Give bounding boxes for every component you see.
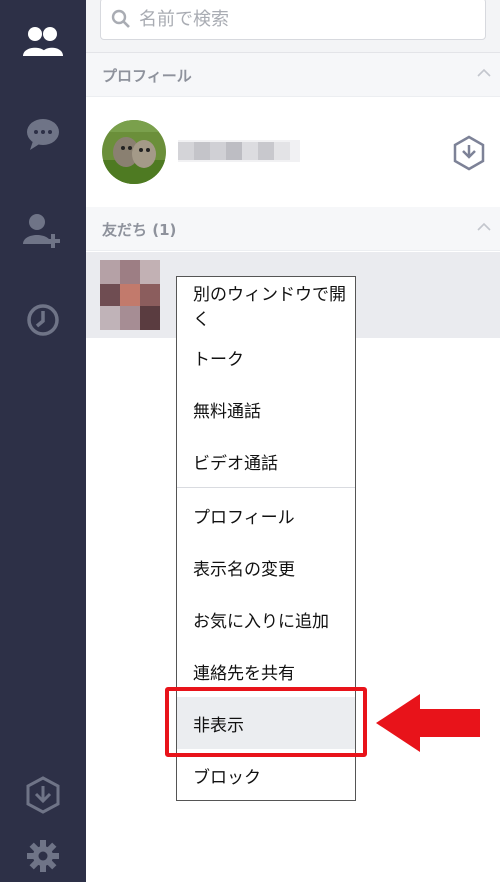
friends-section-header[interactable]: 友だち (1): [86, 207, 500, 251]
search-input[interactable]: [137, 7, 461, 31]
menu-item-profile[interactable]: プロフィール: [177, 489, 355, 541]
chats-tab[interactable]: [0, 104, 86, 164]
search-bar: [86, 0, 500, 53]
menu-item-change-display-name[interactable]: 表示名の変更: [177, 541, 355, 593]
download-icon: [453, 135, 485, 171]
my-profile-row[interactable]: [86, 97, 500, 207]
search-box[interactable]: [100, 0, 486, 40]
settings-icon: [27, 840, 59, 872]
menu-item-talk[interactable]: トーク: [177, 331, 355, 383]
section-title: プロフィール: [102, 67, 192, 85]
side-navigation: [0, 0, 86, 882]
menu-item-video-call[interactable]: ビデオ通話: [177, 435, 355, 487]
chevron-up-icon: [477, 222, 491, 231]
settings-button[interactable]: [0, 826, 86, 886]
blurred-profile-name: [178, 140, 300, 162]
chevron-up-icon: [477, 68, 491, 77]
section-title: 友だち (1): [102, 221, 177, 239]
menu-item-open-new-window[interactable]: 別のウィンドウで開く: [177, 279, 355, 331]
friends-tab[interactable]: [0, 12, 86, 72]
download-icon: [26, 776, 60, 814]
menu-divider: [177, 487, 355, 488]
avatar: [100, 260, 160, 330]
highlight-box: [165, 687, 367, 757]
avatar: [102, 120, 166, 184]
history-icon: [27, 304, 59, 336]
chat-icon: [27, 119, 59, 150]
add-friend-tab[interactable]: [0, 200, 86, 260]
friends-icon: [23, 27, 63, 56]
red-arrow-icon: [376, 694, 480, 752]
download-button[interactable]: [0, 765, 86, 825]
menu-item-free-call[interactable]: 無料通話: [177, 383, 355, 435]
menu-item-add-favorite[interactable]: お気に入りに追加: [177, 593, 355, 645]
profile-section-header[interactable]: プロフィール: [86, 53, 500, 97]
history-tab[interactable]: [0, 290, 86, 350]
search-icon: [111, 9, 130, 28]
add-friend-icon: [23, 214, 60, 248]
profile-download-button[interactable]: [452, 135, 486, 175]
